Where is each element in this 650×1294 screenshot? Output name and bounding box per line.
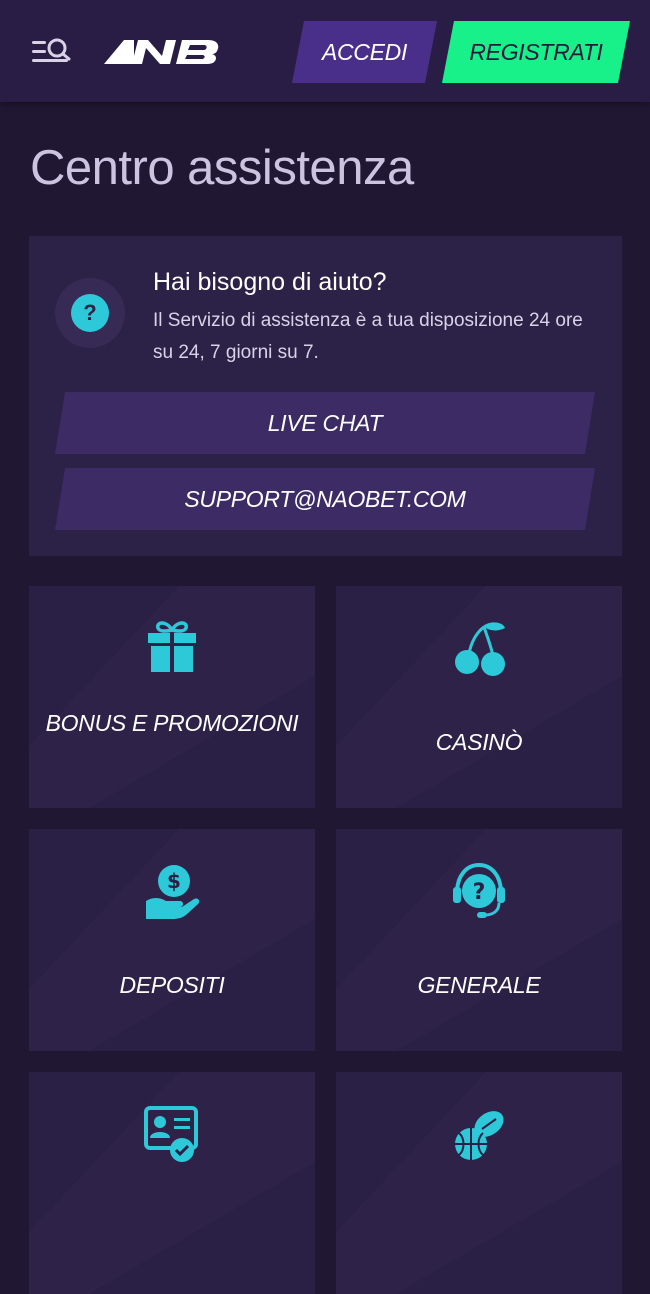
top-header: ACCEDI REGISTRATI bbox=[0, 0, 650, 102]
email-support-label: SUPPORT@NAOBET.COM bbox=[184, 485, 466, 512]
help-title: Hai bisogno di aiuto? bbox=[153, 268, 387, 296]
register-label: REGISTRATI bbox=[469, 38, 603, 65]
brand-logo[interactable] bbox=[104, 38, 220, 66]
page-title: Centro assistenza bbox=[30, 141, 414, 195]
id-card-check-icon bbox=[144, 1106, 198, 1162]
category-tile-verification[interactable] bbox=[29, 1072, 315, 1294]
svg-text:?: ? bbox=[473, 880, 486, 905]
category-tile-bonus[interactable]: BONUS E PROMOZIONI bbox=[29, 586, 315, 808]
help-card: ? Hai bisogno di aiuto? Il Servizio di a… bbox=[29, 236, 622, 556]
category-tile-deposits[interactable]: $ DEPOSITI bbox=[29, 829, 315, 1051]
headset-question-icon: ? bbox=[453, 862, 505, 918]
category-tile-casino[interactable]: CASINÒ bbox=[336, 586, 622, 808]
gift-icon bbox=[148, 621, 196, 672]
question-icon: ? bbox=[71, 294, 109, 332]
login-button[interactable]: ACCEDI bbox=[292, 21, 437, 83]
category-label: CASINÒ bbox=[435, 729, 523, 755]
cherries-icon bbox=[455, 622, 505, 676]
menu-search-button[interactable] bbox=[30, 36, 74, 68]
sports-balls-icon bbox=[455, 1111, 504, 1160]
email-support-button[interactable]: SUPPORT@NAOBET.COM bbox=[55, 468, 595, 530]
nb-logo-icon bbox=[104, 40, 219, 64]
category-label: DEPOSITI bbox=[119, 972, 225, 998]
help-icon-badge: ? bbox=[55, 278, 125, 348]
live-chat-label: LIVE CHAT bbox=[267, 409, 383, 436]
money-hand-icon: $ bbox=[146, 865, 200, 919]
category-label: GENERALE bbox=[417, 972, 541, 998]
category-tile-general[interactable]: ? GENERALE bbox=[336, 829, 622, 1051]
login-label: ACCEDI bbox=[321, 38, 408, 65]
register-button[interactable]: REGISTRATI bbox=[442, 21, 630, 83]
help-description: Il Servizio di assistenza è a tua dispos… bbox=[153, 310, 583, 363]
category-tile-sports[interactable] bbox=[336, 1072, 622, 1294]
category-label: BONUS E PROMOZIONI bbox=[45, 710, 299, 736]
menu-search-icon bbox=[32, 38, 71, 62]
svg-text:$: $ bbox=[167, 869, 181, 893]
live-chat-button[interactable]: LIVE CHAT bbox=[55, 392, 595, 454]
